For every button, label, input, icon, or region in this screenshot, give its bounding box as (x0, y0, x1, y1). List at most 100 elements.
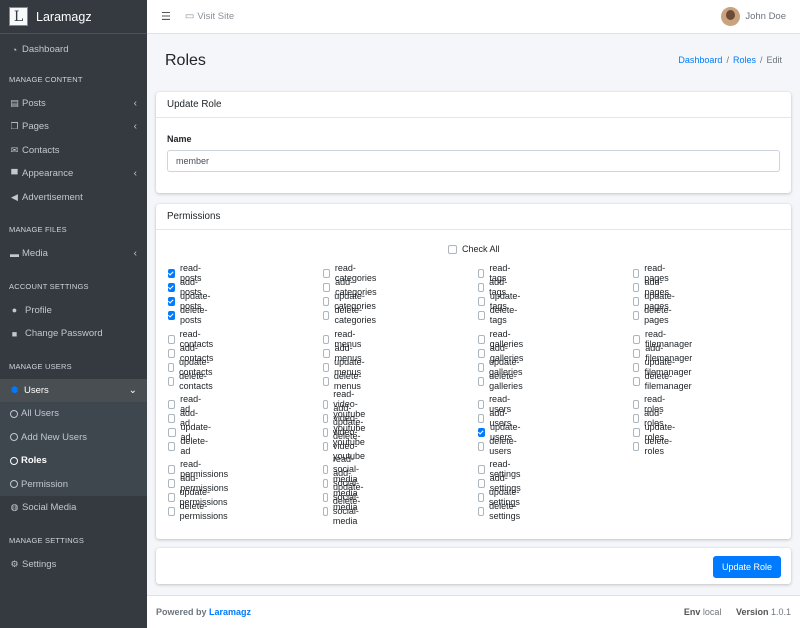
permission-checkbox-delete-menus[interactable]: delete-menus (323, 371, 365, 391)
checkbox-box[interactable] (633, 376, 640, 386)
sidebar-subitem-all-users[interactable]: All Users (0, 402, 147, 426)
sidebar-item-contacts[interactable]: ✉ Contacts (0, 139, 147, 163)
checkbox-box[interactable] (323, 413, 329, 423)
permission-checkbox-delete-categories[interactable]: delete-categories (323, 305, 379, 325)
checkbox-box[interactable] (633, 334, 641, 344)
footer-brand-link[interactable]: Laramagz (209, 607, 251, 617)
checkbox-box[interactable] (168, 376, 175, 386)
permission-checkbox-delete-filemanager[interactable]: delete-filemanager (633, 371, 694, 391)
sidebar-item-appearance[interactable]: ▀ Appearance ‹ (0, 162, 147, 186)
permission-checkbox-delete-roles[interactable]: delete-roles (633, 436, 675, 456)
user-menu[interactable]: John Doe (721, 7, 786, 26)
sidebar-subitem-roles[interactable]: Roles (0, 449, 147, 473)
permission-checkbox-delete-settings[interactable]: delete-settings (478, 501, 523, 521)
checkbox-box[interactable] (478, 464, 485, 474)
sidebar-item-dashboard[interactable]: ◔ Dashboard (0, 38, 147, 62)
checkbox-box[interactable] (168, 464, 176, 474)
permission-checkbox-delete-galleries[interactable]: delete-galleries (478, 371, 526, 391)
checkbox-box[interactable] (323, 348, 330, 358)
permission-checkbox-delete-users[interactable]: delete-users (478, 436, 520, 456)
permission-checkbox-delete-tags[interactable]: delete-tags (478, 305, 520, 325)
checkbox-box[interactable] (323, 399, 329, 409)
checkbox-box[interactable] (633, 362, 640, 372)
permission-checkbox-delete-ad[interactable]: delete-ad (168, 436, 210, 456)
checkbox-box[interactable] (323, 376, 329, 386)
checkbox-box[interactable] (168, 478, 176, 488)
checkbox-box[interactable] (478, 427, 485, 437)
checkbox-box[interactable] (168, 310, 175, 320)
check-all-checkbox[interactable]: Check All (448, 244, 500, 254)
permission-checkbox-delete-contacts[interactable]: delete-contacts (168, 371, 216, 391)
sidebar-item-settings[interactable]: ⚙ Settings (0, 553, 147, 577)
permission-checkbox-delete-video-youtube[interactable]: delete-video-youtube (323, 431, 369, 461)
checkbox-box[interactable] (323, 282, 331, 292)
permission-checkbox-delete-posts[interactable]: delete-posts (168, 305, 210, 325)
checkbox-box[interactable] (168, 348, 175, 358)
checkbox-box[interactable] (323, 441, 328, 451)
checkbox-box[interactable] (633, 399, 640, 409)
sidebar-item-pages[interactable]: ❐ Pages ‹ (0, 115, 147, 139)
checkbox-box[interactable] (478, 348, 485, 358)
sidebar-item-profile[interactable]: ● Profile (0, 299, 147, 323)
checkbox-box[interactable] (478, 334, 485, 344)
checkbox-box[interactable] (168, 441, 176, 451)
checkbox-box[interactable] (323, 268, 330, 278)
breadcrumb-dashboard[interactable]: Dashboard (678, 55, 722, 65)
visit-site-link[interactable]: ▭ Visit Site (185, 11, 234, 22)
checkbox-box[interactable] (633, 310, 640, 320)
checkbox-box[interactable] (323, 334, 330, 344)
update-role-button[interactable]: Update Role (712, 556, 781, 578)
checkbox-box[interactable] (323, 478, 329, 488)
checkbox-box[interactable] (478, 282, 485, 292)
checkbox-box[interactable] (168, 413, 175, 423)
hamburger-menu-icon[interactable]: ☰ (161, 10, 171, 23)
checkbox-box[interactable] (323, 464, 328, 474)
checkbox-box[interactable] (478, 296, 485, 306)
checkbox-box[interactable] (323, 362, 330, 372)
checkbox-box[interactable] (168, 334, 175, 344)
checkbox-box[interactable] (478, 506, 485, 516)
checkbox-box[interactable] (323, 492, 328, 502)
checkbox-box[interactable] (633, 282, 640, 292)
checkbox-box[interactable] (323, 310, 330, 320)
checkbox-box[interactable] (168, 427, 176, 437)
checkbox-box[interactable] (478, 413, 485, 423)
permission-checkbox-delete-permissions[interactable]: delete-permissions (168, 501, 230, 521)
checkbox-box[interactable] (168, 506, 175, 516)
sidebar-item-social-media[interactable]: ◍ Social Media (0, 496, 147, 520)
brand[interactable]: L Laramagz (0, 0, 147, 34)
checkbox-box[interactable] (633, 268, 640, 278)
breadcrumb-roles[interactable]: Roles (733, 55, 756, 65)
checkbox-box[interactable] (168, 362, 174, 372)
checkbox-box[interactable] (478, 310, 485, 320)
sidebar-subitem-add-new-users[interactable]: Add New Users (0, 426, 147, 450)
checkbox-box[interactable] (633, 413, 640, 423)
checkbox-box[interactable] (168, 399, 176, 409)
checkbox-box[interactable] (323, 506, 328, 516)
sidebar-item-posts[interactable]: ▤ Posts ‹ (0, 92, 147, 116)
checkbox-box[interactable] (168, 268, 175, 278)
checkbox-box[interactable] (478, 362, 484, 372)
checkbox-box[interactable] (633, 296, 640, 306)
permission-checkbox-delete-pages[interactable]: delete-pages (633, 305, 675, 325)
checkbox-box[interactable] (168, 296, 175, 306)
check-all-box[interactable] (448, 244, 457, 254)
checkbox-box[interactable] (168, 282, 175, 292)
checkbox-box[interactable] (478, 268, 485, 278)
name-input[interactable] (167, 150, 780, 172)
checkbox-box[interactable] (168, 492, 175, 502)
sidebar-item-change-password[interactable]: ■ Change Password (0, 322, 147, 346)
checkbox-box[interactable] (633, 441, 640, 451)
checkbox-box[interactable] (323, 427, 328, 437)
permission-checkbox-delete-social-media[interactable]: delete-social-media (323, 496, 365, 526)
sidebar-subitem-permission[interactable]: Permission (0, 473, 147, 497)
checkbox-box[interactable] (478, 478, 485, 488)
sidebar-item-advertisement[interactable]: ◀ Advertisement (0, 186, 147, 210)
checkbox-box[interactable] (478, 441, 485, 451)
checkbox-box[interactable] (478, 492, 484, 502)
sidebar-item-media[interactable]: ▬ Media ‹ (0, 242, 147, 266)
sidebar-item-users[interactable]: ⚉ Users ⌄ (0, 378, 147, 402)
checkbox-box[interactable] (323, 296, 330, 306)
checkbox-box[interactable] (478, 399, 485, 409)
checkbox-box[interactable] (478, 376, 485, 386)
